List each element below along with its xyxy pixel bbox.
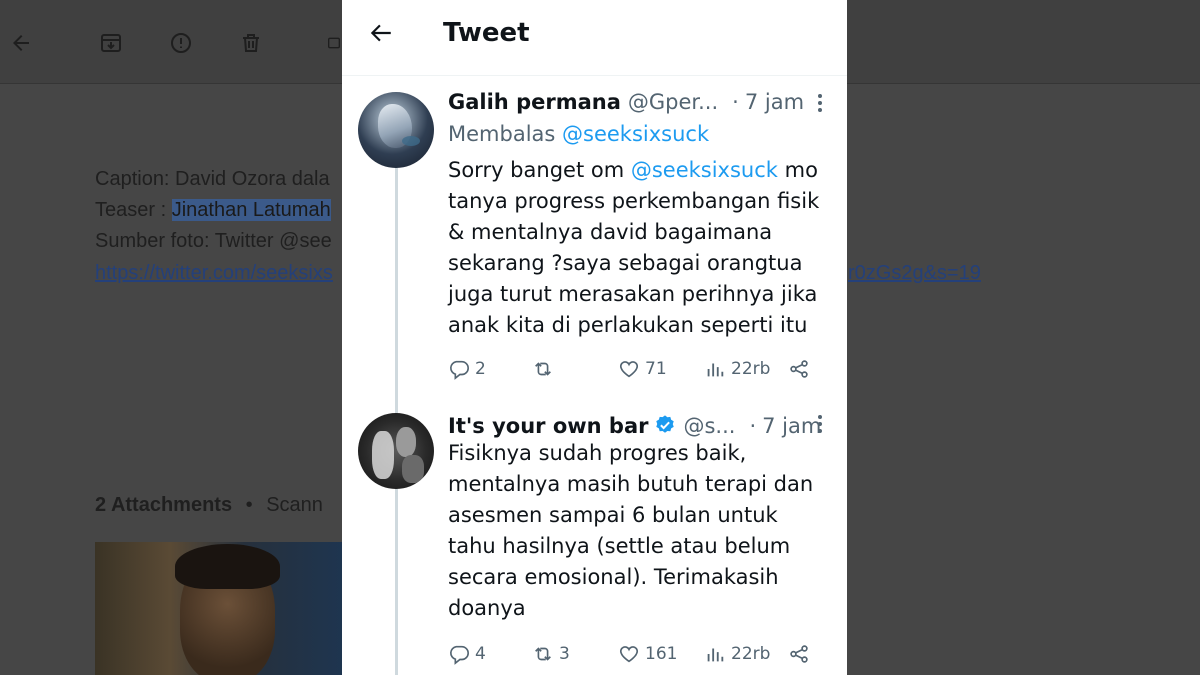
view-count: 22rb <box>731 359 771 379</box>
tweet-header: Tweet <box>342 0 847 76</box>
teaser-label: Teaser : <box>95 199 172 221</box>
tweet-text-line: mentalnya masih butuh terapi dan <box>448 472 814 496</box>
tweet-text-line: asesmen sampai 6 bulan untuk <box>448 503 778 527</box>
reply-icon <box>450 360 469 380</box>
share-icon <box>790 645 808 663</box>
attachments-label: 2 Attachments <box>95 494 233 516</box>
tweet-text-line: Sorry banget om @seeksixsuck mo <box>448 155 843 186</box>
tweet-text-line: secara emosional). Terimakasih <box>448 565 779 589</box>
mark-unread-icon[interactable] <box>326 28 342 58</box>
like-button[interactable]: 71 <box>618 356 667 382</box>
scan-action[interactable]: Scann <box>266 494 323 516</box>
teaser-highlight: Jinathan Latumah <box>171 199 331 221</box>
teaser-line: Teaser : Jinathan Latumah <box>95 199 331 222</box>
reply-button[interactable]: 4 <box>448 641 486 667</box>
tweet-text-line: juga turut merasakan perihnya jika <box>448 282 818 306</box>
author-name[interactable]: Galih permana <box>448 90 621 114</box>
tweet-text-segment: Sorry banget om <box>448 158 625 182</box>
avatar-figure <box>402 455 424 483</box>
like-count: 161 <box>645 644 678 664</box>
tweet-author-row: It's your own bar @s... · 7 jam <box>448 411 821 438</box>
reply-mention[interactable]: @seeksixsuck <box>562 122 709 146</box>
tweet-actions: 2 71 22rb <box>448 356 828 382</box>
analytics-icon <box>707 363 724 377</box>
tweet-text-line: Fisiknya sudah progres baik, <box>448 441 747 465</box>
avatar[interactable] <box>358 92 434 168</box>
retweet-icon <box>535 647 551 661</box>
tweet-text: Fisiknya sudah progres baik, mentalnya m… <box>448 438 843 624</box>
more-options-icon[interactable] <box>810 412 830 436</box>
retweet-button[interactable]: 3 <box>532 641 570 667</box>
analytics-icon <box>707 648 724 662</box>
tweet-text-segment: mo <box>784 158 818 182</box>
caption-line: Caption: David Ozora dala <box>95 168 330 190</box>
reply-count: 2 <box>475 359 486 379</box>
avatar-glow <box>402 136 420 146</box>
report-spam-icon[interactable] <box>166 28 196 58</box>
tweet-text-line: doanya <box>448 596 526 620</box>
heart-icon <box>619 646 639 663</box>
share-icon <box>790 360 808 378</box>
tweet-text-line: sekarang ?saya sebagai orangtua <box>448 251 803 275</box>
reply-count: 4 <box>475 644 486 664</box>
avatar-figure <box>396 427 416 457</box>
author-handle[interactable]: @Gper... <box>628 90 718 114</box>
tweet-panel: Tweet Galih permana @Gper... · 7 jam Mem… <box>342 0 847 675</box>
meta-separator: · <box>749 414 757 438</box>
author-name[interactable]: It's your own bar <box>448 414 648 438</box>
more-options-icon[interactable] <box>810 91 830 115</box>
delete-icon[interactable] <box>236 28 266 58</box>
avatar-figure <box>372 431 394 479</box>
source-link-line[interactable]: https://twitter.com/seeksixs <box>95 262 333 285</box>
reply-prefix: Membalas <box>448 122 556 146</box>
retweet-count: 3 <box>559 644 570 664</box>
share-button[interactable] <box>788 356 810 382</box>
back-arrow-icon[interactable] <box>6 28 36 58</box>
views-button[interactable]: 22rb <box>704 356 770 382</box>
page-title: Tweet <box>443 18 530 48</box>
tweet-author-row: Galih permana @Gper... · 7 jam <box>448 90 804 114</box>
tweet-text-line: tanya progress perkembangan fisik <box>448 189 820 213</box>
tweet-text: Sorry banget om @seeksixsuck mo tanya pr… <box>448 155 843 341</box>
source-line: Sumber foto: Twitter @see <box>95 230 332 252</box>
tweet-text-line: tahu hasilnya (settle atau belum <box>448 534 791 558</box>
meta-separator: · <box>732 90 739 114</box>
attachments-row: 2 Attachments • Scann <box>95 494 323 517</box>
attachment-thumbnail[interactable] <box>95 542 345 675</box>
view-count: 22rb <box>731 644 771 664</box>
tweet-text-line: anak kita di perlakukan seperti itu <box>448 313 808 337</box>
thumbnail-hair <box>175 544 280 589</box>
like-button[interactable]: 161 <box>618 641 677 667</box>
avatar[interactable] <box>358 413 434 489</box>
share-button[interactable] <box>788 641 810 667</box>
views-button[interactable]: 22rb <box>704 641 770 667</box>
reply-button[interactable]: 2 <box>448 356 486 382</box>
reply-icon <box>450 645 469 665</box>
tweet-actions: 4 3 161 22rb <box>448 641 828 667</box>
heart-icon <box>619 361 639 378</box>
verified-badge-icon <box>656 415 675 433</box>
tweet-time[interactable]: 7 jam <box>745 90 804 114</box>
like-count: 71 <box>645 359 667 379</box>
tweet-mention[interactable]: @seeksixsuck <box>631 158 778 182</box>
source-link[interactable]: https://twitter.com/seeksixs <box>95 262 333 284</box>
source-link-tail[interactable]: r0zGs2g&s=19 <box>848 262 981 285</box>
author-handle[interactable]: @s... <box>683 414 735 438</box>
tweet-text-line: & mentalnya david bagaimana <box>448 220 773 244</box>
retweet-button[interactable] <box>532 356 559 382</box>
back-arrow-icon[interactable] <box>366 18 396 48</box>
attachments-separator: • <box>245 494 253 516</box>
archive-icon[interactable] <box>96 28 126 58</box>
retweet-icon <box>535 362 551 376</box>
reply-to-line: Membalas @seeksixsuck <box>448 122 709 146</box>
